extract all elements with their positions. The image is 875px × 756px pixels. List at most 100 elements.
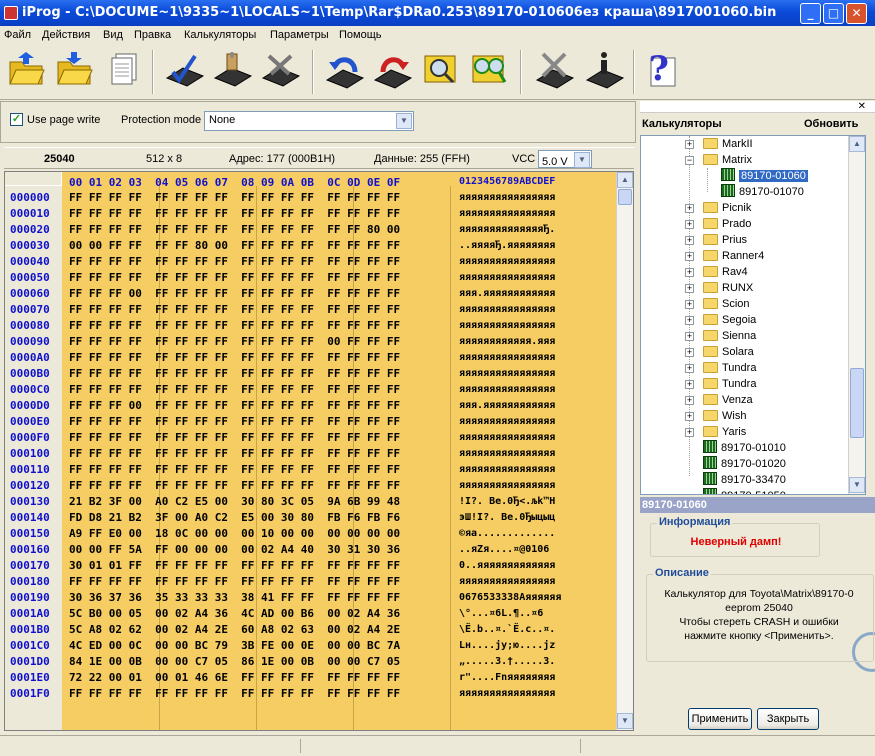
scroll-up-icon[interactable]: ▲ bbox=[617, 172, 633, 188]
hex-bytes-row[interactable]: 30 36 37 36 35 33 33 33 38 41 FF FF FF F… bbox=[69, 590, 400, 606]
tree-item[interactable]: + Wish bbox=[685, 408, 746, 424]
expand-icon[interactable]: + bbox=[685, 204, 694, 213]
menu-view[interactable]: Вид bbox=[103, 29, 123, 41]
hex-bytes-row[interactable]: 72 22 00 01 00 01 46 6E FF FF FF FF FF F… bbox=[69, 670, 400, 686]
hex-bytes-row[interactable]: 21 B2 3F 00 A0 C2 E5 00 30 80 3C 05 9A 6… bbox=[69, 494, 400, 510]
hex-ascii-row[interactable]: Lн....jy;ю....jz bbox=[459, 638, 555, 654]
expand-icon[interactable]: + bbox=[685, 348, 694, 357]
hex-bytes-row[interactable]: FF FF FF FF FF FF FF FF FF FF FF FF FF F… bbox=[69, 222, 400, 238]
hex-ascii-row[interactable]: \°...¤6L­.¶..¤6 bbox=[459, 606, 543, 622]
use-page-write-checkbox[interactable]: ✓ bbox=[10, 113, 23, 126]
hex-ascii-row[interactable]: яяяяяяяяяяяяяяяя bbox=[459, 366, 555, 382]
expand-icon[interactable]: + bbox=[685, 412, 694, 421]
scroll-up-icon[interactable]: ▲ bbox=[849, 136, 865, 152]
hex-bytes-row[interactable]: FF FF FF FF FF FF FF FF FF FF FF FF FF F… bbox=[69, 350, 400, 366]
hex-bytes-row[interactable]: FF FF FF FF FF FF FF FF FF FF FF FF FF F… bbox=[69, 302, 400, 318]
hex-bytes-row[interactable]: 00 00 FF FF FF FF 80 00 FF FF FF FF FF F… bbox=[69, 238, 400, 254]
menu-edit[interactable]: Правка bbox=[134, 29, 171, 41]
hex-bytes-row[interactable]: FF FF FF FF FF FF FF FF FF FF FF FF FF F… bbox=[69, 462, 400, 478]
hex-bytes-row[interactable]: FF FF FF FF FF FF FF FF FF FF FF FF FF F… bbox=[69, 318, 400, 334]
scroll-thumb[interactable] bbox=[618, 189, 632, 205]
tree-item[interactable]: 89170-01020 bbox=[703, 456, 786, 472]
hex-bytes-row[interactable]: 00 00 FF 5A FF 00 00 00 00 02 A4 40 30 3… bbox=[69, 542, 400, 558]
hex-ascii-row[interactable]: яяяяяяяяяяяя.яяя bbox=[459, 334, 555, 350]
minimize-button[interactable]: _ bbox=[800, 3, 821, 24]
hex-bytes-row[interactable]: FF FF FF FF FF FF FF FF FF FF FF FF FF F… bbox=[69, 382, 400, 398]
undo-chip-icon[interactable] bbox=[325, 50, 365, 90]
tree-item[interactable]: + Rav4 bbox=[685, 264, 748, 280]
tree-item[interactable]: + Prado bbox=[685, 216, 751, 232]
erase-chip-icon[interactable] bbox=[535, 50, 575, 90]
expand-icon[interactable]: + bbox=[685, 428, 694, 437]
hex-bytes-row[interactable]: FF FF FF FF FF FF FF FF FF FF FF FF FF F… bbox=[69, 430, 400, 446]
hex-bytes-row[interactable]: FF FF FF FF FF FF FF FF FF FF FF FF FF F… bbox=[69, 478, 400, 494]
hex-ascii-row[interactable]: яяя.яяяяяяяяяяяя bbox=[459, 286, 555, 302]
hex-editor[interactable]: 00 01 02 03 04 05 06 07 08 09 0A 0B 0C 0… bbox=[4, 171, 634, 731]
hex-ascii-row[interactable]: яяяяяяяяяяяяяяяя bbox=[459, 462, 555, 478]
hex-bytes-row[interactable]: FF FF FF FF FF FF FF FF FF FF FF FF FF F… bbox=[69, 206, 400, 222]
expand-icon[interactable]: + bbox=[685, 236, 694, 245]
scroll-down-icon[interactable]: ▼ bbox=[617, 713, 633, 729]
hex-ascii-row[interactable]: яяяяяяяяяяяяяяяя bbox=[459, 190, 555, 206]
tree-item[interactable]: + Yaris bbox=[685, 424, 746, 440]
menu-help[interactable]: Помощь bbox=[339, 29, 382, 41]
hex-ascii-row[interactable]: яяяяяяяяяяяяяяяя bbox=[459, 318, 555, 334]
tree-item[interactable]: + Segoia bbox=[685, 312, 756, 328]
find-chip-icon[interactable] bbox=[421, 50, 461, 90]
hex-ascii-row[interactable]: яяяяяяяяяяяяяяяя bbox=[459, 574, 555, 590]
hex-scrollbar[interactable]: ▲ ▼ bbox=[616, 172, 633, 730]
tree-item[interactable]: + Scion bbox=[685, 296, 750, 312]
maximize-button[interactable]: □ bbox=[823, 3, 844, 24]
tree-scrollbar[interactable]: ▲ ▼ bbox=[848, 136, 865, 494]
apply-button[interactable]: Применить bbox=[688, 708, 752, 730]
tree-item[interactable]: − Matrix bbox=[685, 152, 752, 168]
collapse-icon[interactable]: − bbox=[685, 156, 694, 165]
expand-icon[interactable]: + bbox=[685, 380, 694, 389]
hex-ascii-row[interactable]: ©яа............. bbox=[459, 526, 555, 542]
tree-item[interactable]: 89170-01070 bbox=[721, 184, 804, 200]
tree-item[interactable]: 89170-01060 bbox=[721, 168, 808, 184]
expand-icon[interactable]: + bbox=[685, 284, 694, 293]
expand-icon[interactable]: + bbox=[685, 316, 694, 325]
hex-bytes-row[interactable]: 30 01 01 FF FF FF FF FF FF FF FF FF FF F… bbox=[69, 558, 400, 574]
hex-ascii-row[interactable]: !І?. Вe.0Ђ<.љk™H bbox=[459, 494, 555, 510]
tree-item[interactable]: + Picnik bbox=[685, 200, 751, 216]
hex-bytes-row[interactable]: FF FF FF 00 FF FF FF FF FF FF FF FF FF F… bbox=[69, 286, 400, 302]
hex-ascii-row[interactable]: яяяяяяяяяяяяяяяя bbox=[459, 446, 555, 462]
hex-ascii-row[interactable]: яяяяяяяяяяяяяяяя bbox=[459, 478, 555, 494]
tree-item[interactable]: + Ranner4 bbox=[685, 248, 764, 264]
tree-item[interactable]: + RUNX bbox=[685, 280, 753, 296]
save-folder-icon[interactable] bbox=[54, 50, 94, 90]
expand-icon[interactable]: + bbox=[685, 220, 694, 229]
hex-bytes-row[interactable]: FF FF FF FF FF FF FF FF FF FF FF FF FF F… bbox=[69, 574, 400, 590]
hex-ascii-row[interactable]: яяяяяяяяяяяяяяяя bbox=[459, 414, 555, 430]
hex-bytes-row[interactable]: FF FF FF FF FF FF FF FF FF FF FF FF FF F… bbox=[69, 190, 400, 206]
hex-ascii-row[interactable]: яяяяяяяяяяяяяяяя bbox=[459, 382, 555, 398]
hex-bytes-row[interactable]: 4C ED 00 0C 00 00 BC 79 3B FE 00 0E 00 0… bbox=[69, 638, 400, 654]
redo-chip-icon[interactable] bbox=[373, 50, 413, 90]
hex-grid[interactable]: 00 01 02 03 04 05 06 07 08 09 0A 0B 0C 0… bbox=[5, 172, 614, 730]
tree-item[interactable]: 89170-01010 bbox=[703, 440, 786, 456]
hex-ascii-row[interactable]: яяя.яяяяяяяяяяяя bbox=[459, 398, 555, 414]
calculator-tree[interactable]: + MarkII − Matrix 89170-01060 89170-01070 + Pic… bbox=[640, 135, 866, 495]
hex-ascii-row[interactable]: эШ!І?. Вe.0Ђыцыц bbox=[459, 510, 555, 526]
expand-icon[interactable]: + bbox=[685, 268, 694, 277]
tools-chip-icon[interactable] bbox=[261, 50, 301, 90]
hex-bytes-row[interactable]: 5C A8 02 62 00 02 A4 2E 60 A8 02 63 00 0… bbox=[69, 622, 400, 638]
menu-parameters[interactable]: Параметры bbox=[270, 29, 329, 41]
hex-ascii-row[interactable]: \Ё.b..¤.`Ё.c..¤. bbox=[459, 622, 555, 638]
chevron-down-icon[interactable]: ▼ bbox=[396, 113, 412, 129]
close-icon[interactable]: ✕ bbox=[858, 101, 866, 112]
hex-ascii-row[interactable]: 0676533338Aяяяяяя bbox=[459, 590, 561, 606]
hex-ascii-row[interactable]: r"....Fnяяяяяяяя bbox=[459, 670, 555, 686]
hex-bytes-row[interactable]: 84 1E 00 0B 00 00 C7 05 86 1E 00 0B 00 0… bbox=[69, 654, 400, 670]
hex-bytes-row[interactable]: FF FF FF 00 FF FF FF FF FF FF FF FF FF F… bbox=[69, 398, 400, 414]
read-chip-icon[interactable] bbox=[165, 50, 205, 90]
hex-ascii-row[interactable]: яяяяяяяяяяяяяяяя bbox=[459, 302, 555, 318]
tree-item[interactable]: + Venza bbox=[685, 392, 753, 408]
open-folder-icon[interactable] bbox=[6, 50, 46, 90]
scroll-thumb[interactable] bbox=[850, 368, 864, 438]
scroll-down-icon[interactable]: ▼ bbox=[849, 477, 865, 493]
hex-ascii-row[interactable]: яяяяяяяяяяяяяяЂ. bbox=[459, 222, 555, 238]
close-button[interactable]: ✕ bbox=[846, 3, 867, 24]
